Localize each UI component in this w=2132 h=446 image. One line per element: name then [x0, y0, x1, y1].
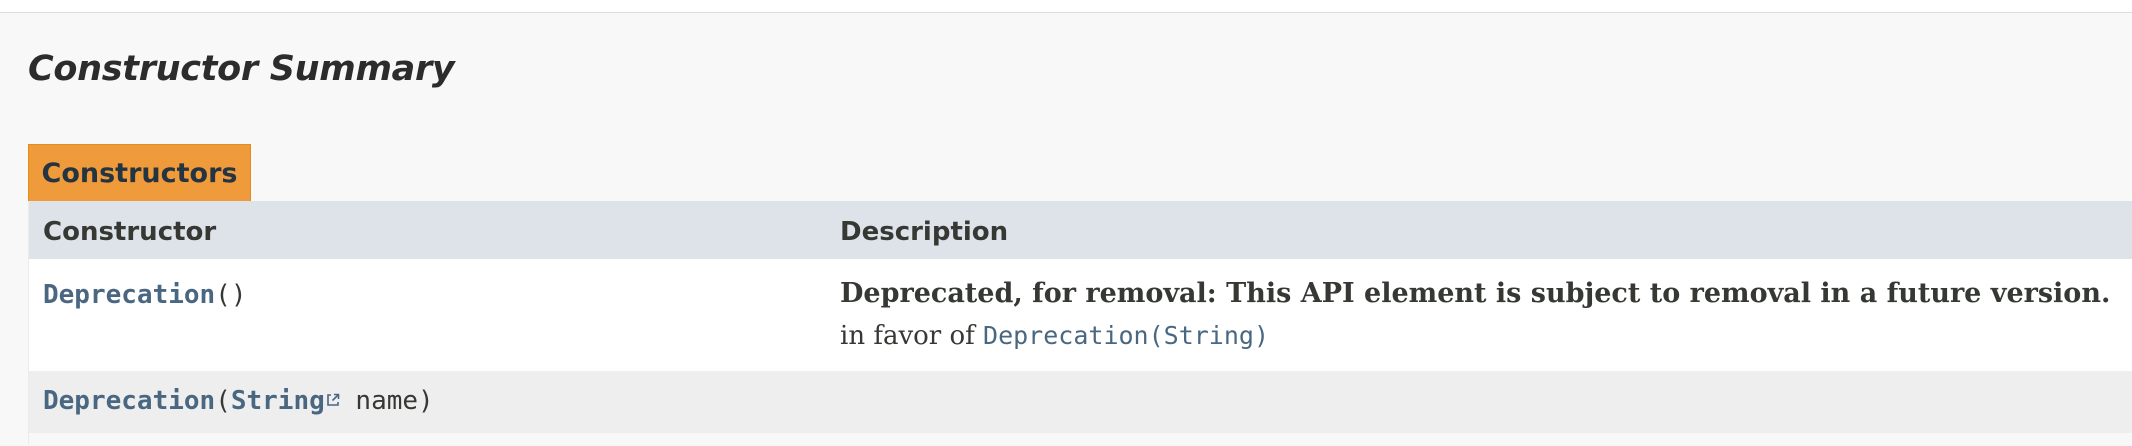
constructor-summary-section: Constructor Summary Constructors Constru…	[0, 12, 2132, 446]
table-row: Deprecation(String name)	[29, 371, 2132, 433]
constructor-link[interactable]: Deprecation	[43, 386, 215, 416]
section-title: Constructor Summary	[28, 49, 455, 89]
constructor-description: Deprecated, for removal: This API elemen…	[840, 278, 2110, 351]
replacement-link[interactable]: Deprecation(String)	[983, 321, 1269, 350]
constructor-link[interactable]: Deprecation	[43, 280, 215, 310]
constructor-signature: Deprecation()	[43, 280, 247, 310]
table-header: Constructor Description	[29, 201, 2132, 259]
constructors-table: Constructor Description Deprecation() De…	[28, 201, 2132, 445]
column-header-constructor: Constructor	[43, 217, 217, 247]
replacement-prefix: in favor of	[840, 321, 975, 351]
param-type-link[interactable]: String	[231, 386, 325, 416]
deprecation-notice: Deprecated, for removal: This API elemen…	[840, 278, 2111, 309]
column-header-description: Description	[840, 217, 1009, 247]
constructor-open-paren: (	[215, 386, 231, 416]
replacement-note: in favor of Deprecation(String)	[840, 321, 2110, 351]
tab-constructors[interactable]: Constructors	[28, 144, 251, 201]
table-row: Deprecation() Deprecated, for removal: T…	[29, 259, 2132, 371]
constructor-signature: Deprecation(String name)	[43, 386, 434, 416]
external-link-icon	[326, 384, 340, 414]
param-name: name)	[339, 386, 434, 416]
constructor-params: ()	[215, 280, 247, 310]
